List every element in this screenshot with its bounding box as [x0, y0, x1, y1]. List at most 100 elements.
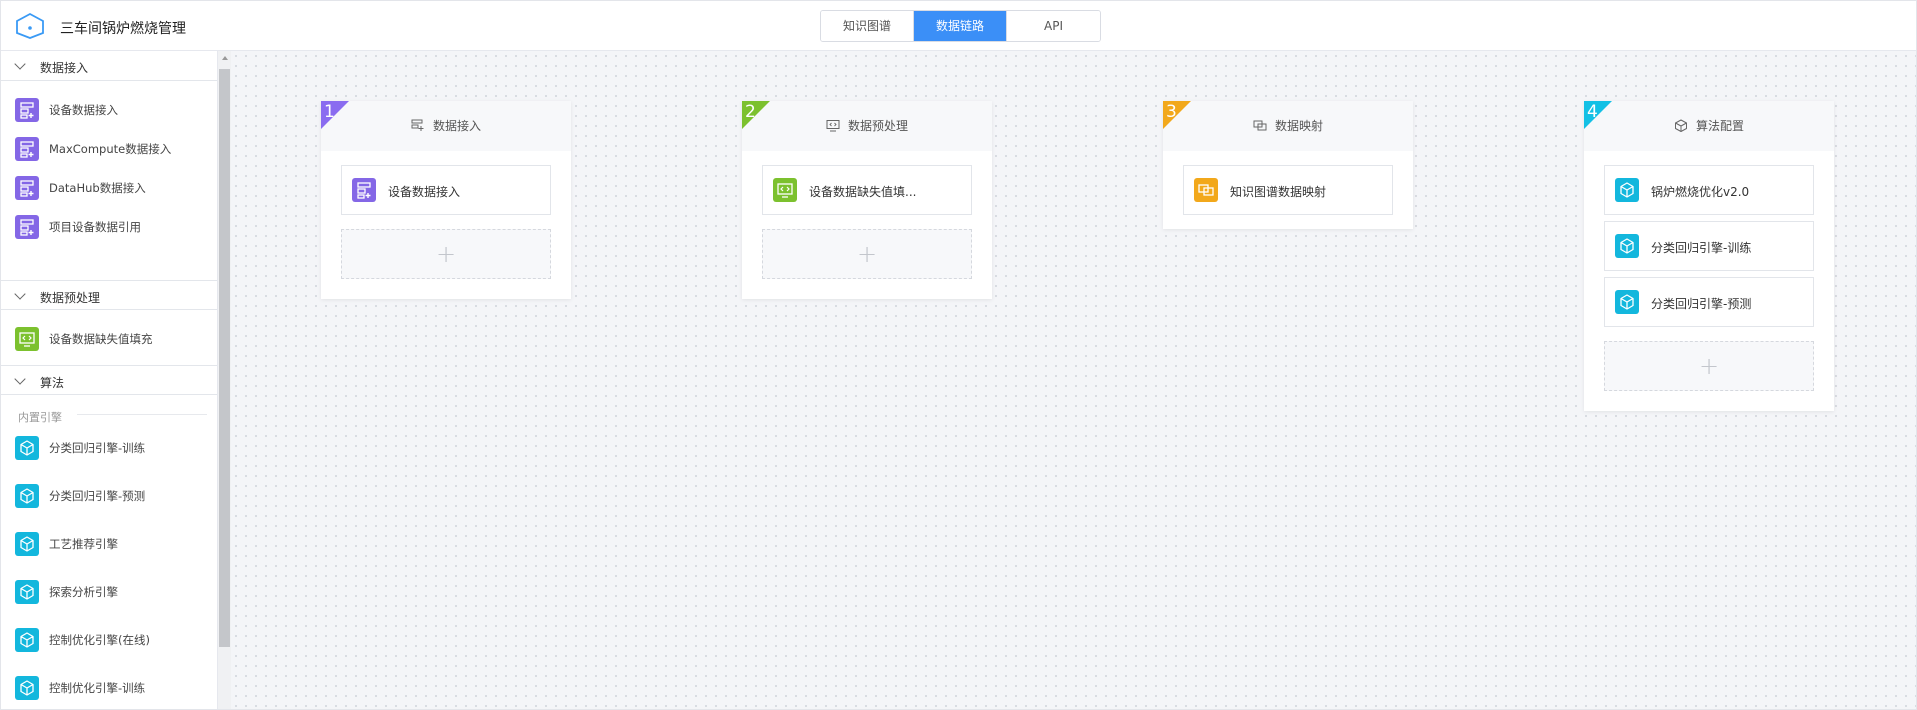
stage-header: 2 数据预处理 [742, 101, 992, 151]
cube-icon [15, 436, 39, 460]
sidebar-item-classreg-train[interactable]: 分类回归引擎-训练 [0, 426, 217, 470]
data-input-icon [15, 137, 39, 161]
code-monitor-outline-icon [826, 120, 840, 132]
sidebar-item-maxcompute-input[interactable]: MaxCompute数据接入 [0, 127, 217, 171]
tab-data-pipeline[interactable]: 数据链路 [914, 11, 1007, 41]
sidebar-item-label: 项目设备数据引用 [49, 220, 141, 234]
sidebar-item-explore-analysis[interactable]: 探索分析引擎 [0, 570, 217, 614]
sidebar-item-project-device-ref[interactable]: 项目设备数据引用 [0, 205, 217, 249]
sidebar-item-label: 控制优化引擎(在线) [49, 633, 150, 647]
cube-icon [15, 484, 39, 508]
stage-title: 算法配置 [1584, 117, 1834, 134]
node-label: 锅炉燃烧优化v2.0 [1651, 185, 1750, 199]
pipeline-node[interactable]: 锅炉燃烧优化v2.0 [1604, 165, 1814, 215]
stage-header: 1 数据接入 [321, 101, 571, 151]
cube-icon [1615, 178, 1639, 202]
preprocess-icon [15, 327, 39, 351]
plus-icon: + [435, 240, 457, 268]
mapping-outline-icon [1253, 120, 1267, 131]
stage-card-preprocess: 2 数据预处理 设备数据缺失值填... + [742, 101, 992, 299]
sidebar-item-label: 工艺推荐引擎 [49, 537, 118, 551]
tab-knowledge-graph[interactable]: 知识图谱 [821, 11, 914, 41]
add-node-button[interactable]: + [341, 229, 551, 279]
sidebar-item-label: 探索分析引擎 [49, 585, 118, 599]
stage-body: 锅炉燃烧优化v2.0 分类回归引擎-训练 分类回归引擎-预测 + [1584, 151, 1834, 411]
cube-icon [15, 676, 39, 700]
data-input-outline-icon [411, 119, 424, 131]
cube-icon [15, 628, 39, 652]
sidebar-scrollbar-thumb[interactable] [219, 69, 230, 647]
stage-body: 设备数据接入 + [321, 151, 571, 299]
sidebar-item-device-data-input[interactable]: 设备数据接入 [0, 88, 217, 132]
sidebar-item-label: 分类回归引擎-训练 [49, 441, 146, 455]
app-header: 三车间锅炉燃烧管理 知识图谱 数据链路 API [0, 0, 1917, 51]
sidebar-item-label: 控制优化引擎-训练 [49, 681, 146, 695]
scroll-up-arrow-icon[interactable] [222, 56, 228, 60]
sidebar-item-label: 设备数据缺失值填充 [49, 332, 153, 346]
add-node-button[interactable]: + [1604, 341, 1814, 391]
data-input-icon [15, 176, 39, 200]
node-label: 分类回归引擎-训练 [1651, 241, 1752, 255]
stage-title: 数据映射 [1163, 117, 1413, 134]
sidebar-item-datahub-input[interactable]: DataHub数据接入 [0, 166, 217, 210]
pipeline-node[interactable]: 设备数据缺失值填... [762, 165, 972, 215]
stage-card-mapping: 3 数据映射 知识图谱数据映射 [1163, 101, 1413, 229]
sidebar-item-control-online[interactable]: 控制优化引擎(在线) [0, 618, 217, 662]
stage-title: 数据接入 [321, 117, 571, 134]
component-sidebar: 数据接入 设备数据接入 MaxCompute数据接入 DataHub数据接入 项… [0, 51, 218, 710]
section-label: 数据接入 [40, 61, 89, 75]
stage-header: 3 数据映射 [1163, 101, 1413, 151]
cube-icon [15, 580, 39, 604]
sidebar-item-missing-fill[interactable]: 设备数据缺失值填充 [0, 317, 217, 361]
sidebar-item-label: 设备数据接入 [49, 103, 118, 117]
app-title: 三车间锅炉燃烧管理 [60, 21, 186, 37]
cube-outline-icon [16, 12, 44, 39]
sidebar-item-classreg-predict[interactable]: 分类回归引擎-预测 [0, 474, 217, 518]
cube-icon [1615, 290, 1639, 314]
stage-title-text: 数据接入 [432, 119, 481, 133]
sidebar-section-algorithm[interactable]: 算法 [0, 365, 217, 395]
plus-icon: + [856, 240, 878, 268]
sidebar-item-control-train[interactable]: 控制优化引擎-训练 [0, 666, 217, 710]
add-node-button[interactable]: + [762, 229, 972, 279]
sidebar-item-label: MaxCompute数据接入 [49, 142, 172, 156]
node-label: 分类回归引擎-预测 [1651, 297, 1752, 311]
cube-icon [1615, 234, 1639, 258]
stage-header: 4 算法配置 [1584, 101, 1834, 151]
divider [77, 414, 207, 415]
view-tabs: 知识图谱 数据链路 API [820, 10, 1101, 42]
stage-card-data-input: 1 数据接入 设备数据接入 + [321, 101, 571, 299]
section-label: 算法 [40, 376, 65, 390]
chevron-down-icon [14, 288, 26, 300]
sidebar-section-preprocess[interactable]: 数据预处理 [0, 280, 217, 310]
pipeline-node[interactable]: 分类回归引擎-训练 [1604, 221, 1814, 271]
preprocess-icon [773, 178, 797, 202]
sidebar-item-process-recommend[interactable]: 工艺推荐引擎 [0, 522, 217, 566]
cube-outline-icon [1674, 119, 1687, 132]
stage-body: 设备数据缺失值填... + [742, 151, 992, 299]
mapping-icon [1194, 178, 1218, 202]
node-label: 知识图谱数据映射 [1230, 185, 1327, 199]
data-input-icon [15, 215, 39, 239]
data-input-icon [15, 98, 39, 122]
sidebar-item-label: 分类回归引擎-预测 [49, 489, 146, 503]
stage-body: 知识图谱数据映射 [1163, 151, 1413, 229]
node-label: 设备数据缺失值填... [809, 185, 917, 199]
stage-title: 数据预处理 [742, 117, 992, 134]
data-input-icon [352, 178, 376, 202]
chevron-down-icon [14, 58, 26, 70]
plus-icon: + [1698, 352, 1720, 380]
cube-icon [15, 532, 39, 556]
stage-title-text: 数据映射 [1274, 119, 1323, 133]
pipeline-node[interactable]: 设备数据接入 [341, 165, 551, 215]
node-label: 设备数据接入 [388, 185, 461, 199]
pipeline-node[interactable]: 分类回归引擎-预测 [1604, 277, 1814, 327]
stage-title-text: 算法配置 [1695, 119, 1744, 133]
chevron-down-icon [14, 373, 26, 385]
pipeline-node[interactable]: 知识图谱数据映射 [1183, 165, 1393, 215]
tab-api[interactable]: API [1007, 11, 1100, 41]
sidebar-group-label: 内置引擎 [18, 411, 62, 424]
sidebar-item-label: DataHub数据接入 [49, 181, 146, 195]
stage-title-text: 数据预处理 [847, 119, 908, 133]
sidebar-section-data-input[interactable]: 数据接入 [0, 51, 217, 81]
